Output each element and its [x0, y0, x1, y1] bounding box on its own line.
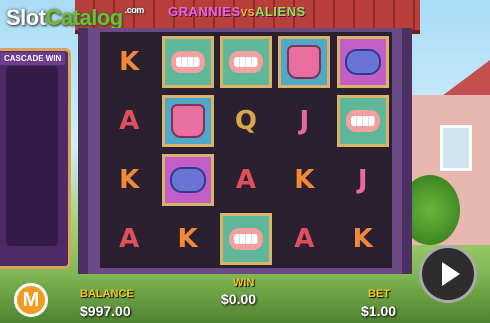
teeth-icon	[228, 227, 263, 250]
symbol-tile-teeth	[219, 212, 272, 265]
symbol-letter-a: A	[235, 164, 257, 195]
symbol-letter-j: J	[357, 164, 368, 195]
provider-logo-icon: M	[14, 283, 48, 317]
reel-cell	[158, 150, 216, 209]
symbol-tile-slipper	[336, 35, 389, 88]
reel-cell: K	[100, 150, 158, 209]
reel-cell: K	[275, 150, 333, 209]
teeth-icon	[170, 50, 205, 73]
symbol-tile-bag	[278, 35, 331, 88]
reel-grid: KAQJKAKJAKAK	[100, 32, 392, 268]
slipper-icon	[169, 166, 206, 193]
reel-cell	[334, 32, 392, 91]
reel-cell: A	[217, 150, 275, 209]
reel-cell: A	[100, 209, 158, 268]
symbol-letter-k: K	[119, 164, 140, 195]
symbol-letter-a: A	[119, 223, 140, 254]
bet-value: $1.00	[361, 303, 397, 319]
symbol-tile-teeth	[336, 94, 389, 147]
watermark-slot: Slot	[6, 5, 46, 30]
game-title-grannies: GRANNIES	[168, 4, 241, 19]
spin-button[interactable]	[419, 245, 477, 303]
reel-cell: K	[334, 209, 392, 268]
reel-cell: J	[334, 150, 392, 209]
win-value: $0.00	[221, 291, 257, 307]
symbol-letter-q: Q	[234, 105, 258, 136]
teeth-icon	[345, 109, 380, 132]
reel-cell: K	[100, 32, 158, 91]
play-icon	[441, 262, 460, 286]
bag-icon	[170, 103, 205, 138]
reel-cell: K	[158, 209, 216, 268]
game-title-aliens: ALIENS	[254, 4, 306, 19]
reel-cell	[275, 32, 333, 91]
teeth-icon	[228, 50, 263, 73]
bag-icon	[287, 44, 322, 79]
game-title-vs: VS	[240, 8, 255, 19]
watermark-catalog: Catalog	[45, 5, 124, 30]
symbol-tile-teeth	[161, 35, 214, 88]
symbol-letter-k: K	[119, 46, 140, 77]
house-window	[440, 125, 472, 171]
symbol-tile-teeth	[219, 35, 272, 88]
symbol-letter-k: K	[294, 164, 315, 195]
reel-cell: A	[275, 209, 333, 268]
reel-cell	[158, 91, 216, 150]
bet-label: BET	[368, 288, 390, 300]
cascade-win-display	[6, 66, 58, 246]
win-label: WIN	[233, 277, 255, 289]
reel-cell: Q	[217, 91, 275, 150]
reel-cell	[158, 32, 216, 91]
symbol-letter-j: J	[299, 105, 310, 136]
balance-label: BALANCE	[80, 288, 134, 300]
reel-cell	[217, 209, 275, 268]
symbol-letter-k: K	[177, 223, 198, 254]
watermark-com: .com	[124, 5, 145, 15]
reel-cell: A	[100, 91, 158, 150]
game-title: GRANNIESVSALIENS	[168, 4, 306, 19]
reel-cell	[217, 32, 275, 91]
slipper-icon	[344, 48, 381, 75]
symbol-letter-a: A	[119, 105, 140, 136]
symbol-tile-slipper	[161, 153, 214, 206]
balance-value: $997.00	[80, 303, 131, 319]
reel-cell	[334, 91, 392, 150]
symbol-tile-bag	[161, 94, 214, 147]
symbol-letter-a: A	[294, 223, 315, 254]
reel-cell: J	[275, 91, 333, 150]
cascade-win-title: CASCADE WIN	[0, 52, 66, 65]
symbol-letter-k: K	[352, 223, 373, 254]
